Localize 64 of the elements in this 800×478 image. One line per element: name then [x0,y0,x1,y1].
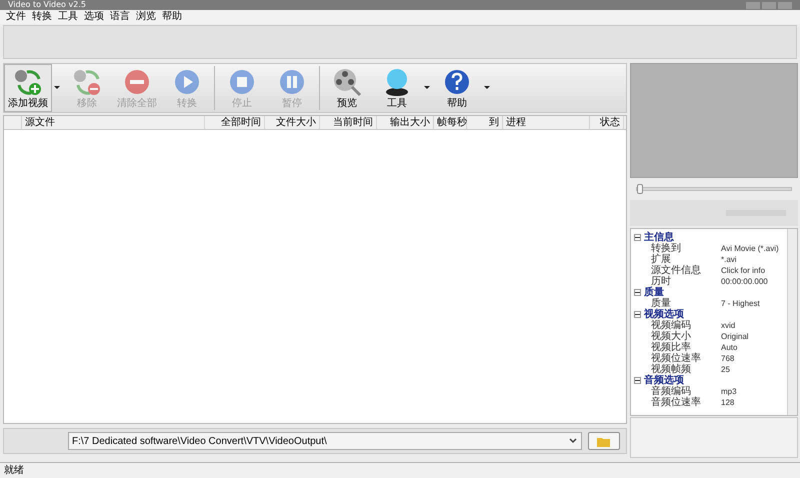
toolbar-button[interactable]: 预览 [322,64,372,112]
property-value[interactable]: Auto [721,342,738,353]
column-header[interactable]: 进程 [503,116,590,129]
property-value[interactable]: 25 [721,364,730,375]
seek-slider[interactable] [636,187,792,191]
property-name: 视频帧频 [651,364,692,375]
menu-item[interactable]: 语言 [110,11,130,23]
collapse-toggle[interactable] [634,289,641,296]
slider-thumb[interactable] [637,184,643,194]
column-header[interactable]: 源文件 [22,116,205,129]
property-value[interactable]: 128 [721,397,734,408]
property-name: 视频比率 [650,342,691,353]
property-value[interactable]: *.avi [721,254,737,265]
collapse-toggle[interactable] [634,311,641,318]
output-path-dropdown[interactable]: F:\7 Dedicated software\Video Convert\VTV\VideoOutput\ [68,432,582,450]
window-title: Video to Video v2.5 [8,0,86,10]
toolbar-button[interactable]: 工具 [372,64,422,112]
menu-item[interactable]: 帮助 [162,11,182,23]
property-value[interactable]: Avi Movie (*.avi) [721,243,779,254]
toolbar-button[interactable]: 帮助 [432,64,482,112]
column-header[interactable]: 文件大小 [265,116,320,129]
caret-icon [54,86,60,90]
property-value[interactable]: mp3 [721,386,737,397]
scrollbar[interactable] [787,229,797,415]
property-name: 音频位速率 [650,397,702,408]
category-label: 视频选项 [644,309,684,320]
property-value[interactable]: 00:00:00.000 [721,276,768,287]
property-name: 视频编码 [650,320,692,331]
property-name: 源文件信息 [650,265,702,276]
caret-icon [424,86,430,90]
property-value[interactable]: Click for info [721,265,766,276]
property-value[interactable]: 768 [721,353,734,364]
property-name: 历时 [651,276,672,287]
caret-icon [484,86,490,90]
menu-item[interactable]: 转换 [32,11,52,23]
property-value[interactable]: xvid [721,320,736,331]
collapse-toggle[interactable] [634,234,641,241]
column-header[interactable]: 当前时间 [320,116,377,129]
property-name: 质量 [651,298,671,309]
property-value[interactable]: 7 - Highest [721,298,760,309]
menu-item[interactable]: 浏览 [136,11,156,23]
collapse-toggle[interactable] [634,377,641,384]
property-name: 音频编码 [650,386,691,397]
browse-button[interactable] [588,432,620,450]
category-label: 音频选项 [644,375,684,386]
property-name: 视频位速率 [650,353,702,364]
status-text: 就绪 [4,464,24,478]
column-header[interactable]: 输出大小 [377,116,434,129]
folder-icon [597,436,611,446]
property-name: 转换到 [650,243,682,254]
category-label: 主信息 [644,232,674,243]
column-header[interactable]: 帧每秒 [434,116,467,129]
menu-item[interactable]: 文件 [6,11,26,23]
menu-item[interactable]: 工具 [58,11,78,23]
property-value[interactable]: Original [721,331,749,342]
property-name: 扩展 [650,254,671,265]
property-name: 视频大小 [650,331,692,342]
film-reel-icon [332,66,362,96]
column-header[interactable]: 到 [467,116,503,129]
toolbar-button[interactable]: 添加视频 [4,64,52,112]
menu-item[interactable]: 选项 [84,11,104,23]
column-header[interactable]: 状态 [590,116,624,129]
column-header[interactable]: 全部时间 [205,116,265,129]
category-label: 质量 [644,287,664,298]
